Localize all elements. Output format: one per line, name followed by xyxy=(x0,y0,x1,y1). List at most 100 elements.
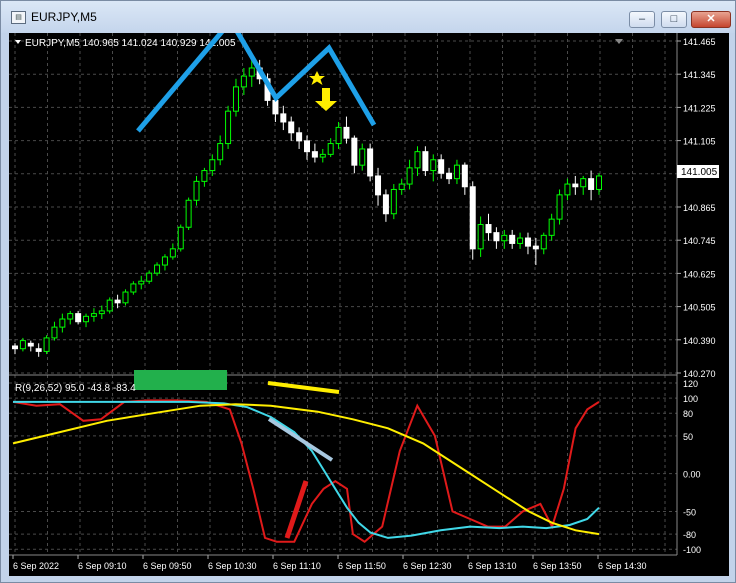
time-scale: 6 Sep 2022 6 Sep 09:10 6 Sep 09:50 6 Sep 10… xyxy=(9,554,677,571)
candle-body xyxy=(556,194,563,220)
indicator-label: -50 xyxy=(683,507,696,517)
candle-body xyxy=(367,148,374,177)
candle-body xyxy=(517,237,524,244)
candle-body xyxy=(12,345,18,350)
current-price-label: 141.005 xyxy=(681,167,718,178)
red-trend-line xyxy=(284,480,309,539)
price-chart-area[interactable]: 141.465141.345141.225141.105140.985140.8… xyxy=(9,16,729,576)
candle-body xyxy=(51,326,58,339)
candle-body xyxy=(596,175,602,190)
price-label: 140.865 xyxy=(683,203,716,213)
candle-body xyxy=(477,224,484,250)
indicator-label: 120 xyxy=(683,379,698,389)
candle-body xyxy=(524,237,531,247)
candle-body xyxy=(272,99,279,115)
indicator-label: 0.00 xyxy=(683,470,701,480)
time-label: 6 Sep 10:30 xyxy=(208,561,257,571)
title-bar[interactable]: ▤ EURJPY,M5 – □ ✕ xyxy=(1,1,735,33)
minimize-icon: – xyxy=(638,13,646,25)
candle-body xyxy=(193,180,200,201)
candle-body xyxy=(509,234,516,244)
indicator-label: -80 xyxy=(683,530,696,540)
candle-body xyxy=(146,272,153,282)
time-label: 6 Sep 09:10 xyxy=(78,561,127,571)
price-label: 140.505 xyxy=(683,303,716,313)
candle-body xyxy=(288,121,295,134)
time-label: 6 Sep 12:30 xyxy=(403,561,452,571)
candle-body xyxy=(540,234,547,250)
candle-body xyxy=(217,143,224,161)
candle-body xyxy=(154,264,161,274)
indicator-info-text: R(9,26,52) 95.0 -43.8 -83.4 xyxy=(15,383,136,394)
close-button[interactable]: ✕ xyxy=(691,11,731,28)
candle-body xyxy=(138,280,145,285)
candle-body xyxy=(130,283,137,293)
chart-canvas[interactable]: 141.465141.345141.225141.105140.985140.8… xyxy=(9,16,729,576)
candle-body xyxy=(501,234,508,242)
candle-body xyxy=(232,86,239,112)
time-label: 6 Sep 09:50 xyxy=(143,561,192,571)
candle-body xyxy=(414,151,421,169)
candle-body xyxy=(564,183,571,196)
time-label: 6 Sep 11:50 xyxy=(338,561,386,571)
yellow-trend-line xyxy=(267,381,340,394)
symbol-menu-icon[interactable] xyxy=(15,40,21,44)
candle-body xyxy=(83,315,90,323)
price-label: 141.105 xyxy=(683,137,716,147)
candle-body xyxy=(319,153,326,158)
candle-body xyxy=(406,167,413,185)
candle-body xyxy=(240,75,247,88)
price-label: 140.270 xyxy=(683,369,716,379)
candle-body xyxy=(438,159,445,174)
candle-body xyxy=(390,188,397,215)
candle-body xyxy=(327,143,334,155)
candle-body xyxy=(580,178,587,188)
candle-body xyxy=(122,291,129,304)
indicator-label: 50 xyxy=(683,432,693,442)
indicator-label: 80 xyxy=(683,409,693,419)
chart-info-text: EURJPY,M5 140.965 141.024 140.929 141.00… xyxy=(25,38,236,49)
mt4-chart-window: ▤ EURJPY,M5 – □ ✕ 141.465 141.345 141.225 1… xyxy=(0,0,736,583)
candle-body xyxy=(114,299,121,304)
candle-body xyxy=(375,175,382,196)
candle-body xyxy=(98,310,105,315)
price-label: 141.465 xyxy=(683,37,716,47)
chart-window-icon: ▤ xyxy=(11,11,26,24)
candle-body xyxy=(382,194,389,215)
candle-body xyxy=(280,113,287,123)
candle-body xyxy=(185,199,192,228)
time-label: 6 Sep 13:10 xyxy=(468,561,517,571)
price-label: 140.390 xyxy=(683,336,716,346)
price-label: 140.625 xyxy=(683,269,716,279)
grid xyxy=(9,33,677,555)
gray-trend-line xyxy=(267,417,334,462)
green-highlight-box xyxy=(134,370,227,390)
candle-body xyxy=(35,348,42,352)
time-label: 6 Sep 14:30 xyxy=(598,561,647,571)
candle-body xyxy=(304,140,310,153)
time-label: 6 Sep 13:50 xyxy=(533,561,582,571)
candle-body xyxy=(461,164,468,188)
price-label: 140.745 xyxy=(683,236,716,246)
candle-body xyxy=(493,232,500,242)
minimize-button[interactable]: – xyxy=(629,11,655,28)
candle-body xyxy=(67,313,74,320)
candle-body xyxy=(343,126,350,139)
window-title: EURJPY,M5 xyxy=(31,10,97,24)
maximize-icon: □ xyxy=(670,13,678,25)
close-icon: ✕ xyxy=(706,13,716,25)
price-scale: 141.465141.345141.225141.105140.985140.8… xyxy=(677,37,716,379)
candle-body xyxy=(351,137,358,166)
candle-body xyxy=(359,148,366,166)
maximize-button[interactable]: □ xyxy=(661,11,687,28)
time-label: 6 Sep 11:10 xyxy=(273,561,321,571)
price-label: 141.345 xyxy=(683,70,716,80)
candle-body xyxy=(572,183,579,188)
candle-body xyxy=(59,318,66,328)
candle-body xyxy=(453,164,460,180)
indicator-lines xyxy=(12,399,600,543)
candle-body xyxy=(335,126,342,145)
indicator-label: 100 xyxy=(683,394,698,404)
candle-body xyxy=(169,248,176,258)
indicator-label: -100 xyxy=(683,545,701,555)
